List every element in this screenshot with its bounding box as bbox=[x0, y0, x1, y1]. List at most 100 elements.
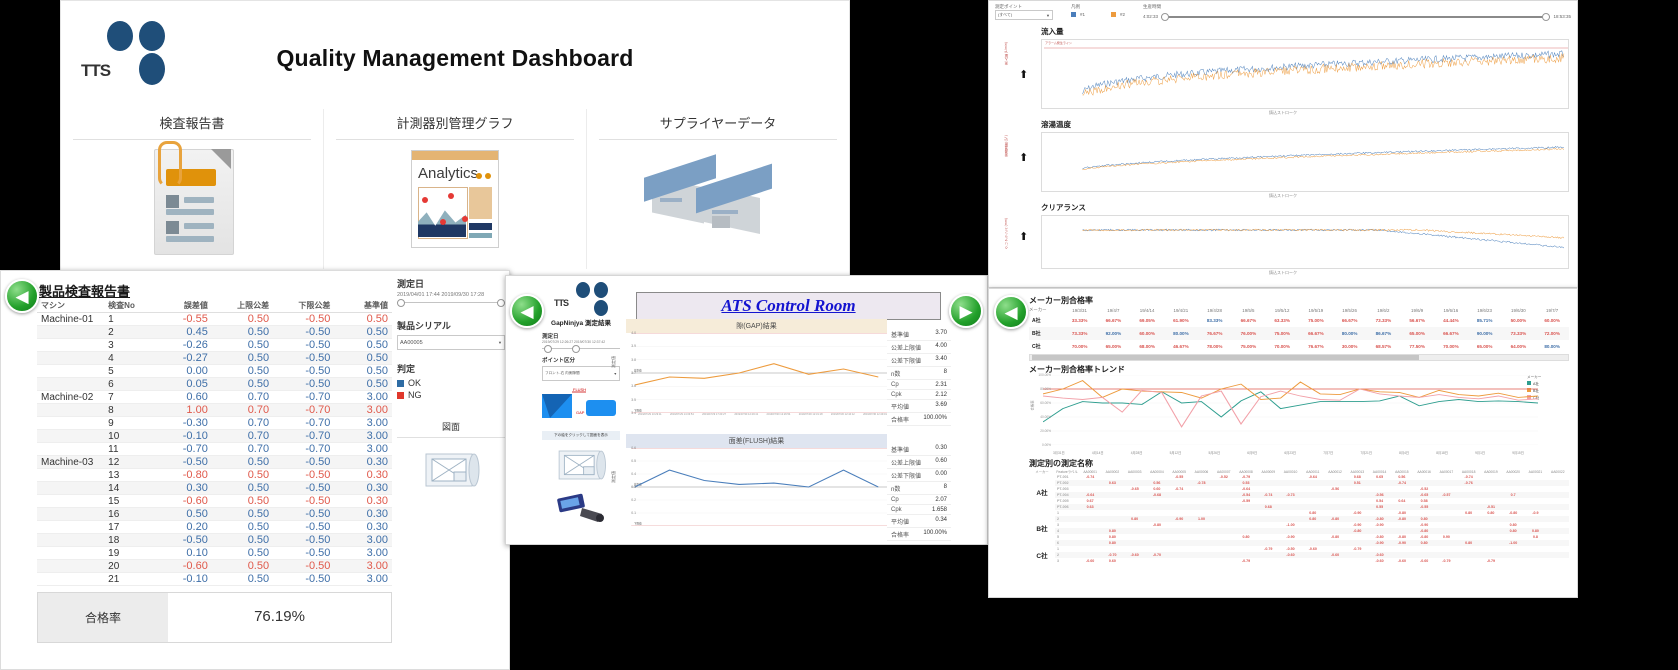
cell-rate: 66.67% bbox=[1105, 318, 1122, 323]
table-row[interactable]: A社 33.33% 66.67% 69.05% 61.90% 83.33% 66.67% 63… bbox=[1029, 314, 1569, 327]
table-row[interactable]: 14 0.30 0.50 -0.50 0.30 bbox=[37, 481, 392, 495]
cell-rate: 80.00% bbox=[1173, 331, 1189, 336]
table-row[interactable]: Machine-03 12 -0.50 0.50 -0.50 0.30 bbox=[37, 455, 392, 469]
ats-drawing-thumb[interactable] bbox=[542, 444, 620, 486]
cell-rate: 60.00% bbox=[1139, 331, 1155, 336]
table-row[interactable]: 18 -0.50 0.50 -0.50 3.00 bbox=[37, 533, 392, 547]
process-time-label: 生産時間 bbox=[1143, 4, 1162, 9]
process-time-slider[interactable] bbox=[1161, 12, 1551, 21]
stat-value: 100.00% bbox=[923, 414, 947, 421]
back-button[interactable]: ◀ bbox=[5, 279, 39, 313]
x-tick: 5月26日 bbox=[1208, 451, 1221, 455]
table-row[interactable]: 11 -0.70 0.70 -0.70 3.00 bbox=[37, 442, 392, 456]
flush-y-axis-label: 測定値 bbox=[611, 471, 616, 483]
table-row[interactable]: 20 -0.60 0.50 -0.50 3.00 bbox=[37, 559, 392, 573]
process-chart-temp: 溶湯温度 溶湯温度 (℃) ⬆ 鋳込ストローク bbox=[989, 119, 1577, 199]
table-row[interactable]: 10 -0.10 0.70 -0.70 3.00 bbox=[37, 429, 392, 443]
cell-uppertol: 0.50 bbox=[211, 494, 274, 508]
cell-rate: 33.33% bbox=[1071, 318, 1088, 323]
col-inspno: 検査No bbox=[104, 299, 146, 313]
legend-ng: NG bbox=[397, 390, 505, 400]
sort-arrow-icon[interactable]: ⬆ bbox=[1019, 232, 1028, 243]
cell-error: 1.00 bbox=[145, 403, 212, 417]
background-fill bbox=[505, 545, 988, 670]
stat-label: Cpk bbox=[891, 506, 902, 513]
table-row[interactable]: 6 0.05 0.50 -0.50 0.50 bbox=[37, 377, 392, 391]
cell-rate: 90.00% bbox=[1476, 331, 1493, 336]
cell-value bbox=[1324, 558, 1346, 564]
ats-device-thumb[interactable] bbox=[542, 490, 620, 524]
cell-rate: 83.33% bbox=[1206, 318, 1223, 323]
nav-card-measurement-graph[interactable]: 計測器別管理グラフ Analytics bbox=[323, 109, 586, 269]
table-row[interactable]: 2 0.45 0.50 -0.50 0.50 bbox=[37, 325, 392, 339]
cell-machine bbox=[37, 364, 105, 378]
cell-error: -0.50 bbox=[145, 533, 212, 547]
cell-error: 0.45 bbox=[145, 325, 212, 339]
table-row[interactable]: 9 -0.30 0.70 -0.70 3.00 bbox=[37, 416, 392, 430]
table-row[interactable]: 16 0.50 0.50 -0.50 0.30 bbox=[37, 507, 392, 521]
cell-inspno: 8 bbox=[104, 403, 146, 417]
supplier-back-button[interactable]: ◀ bbox=[994, 295, 1028, 329]
temp-y-axis-label: 溶湯温度 (℃) bbox=[1004, 135, 1008, 157]
stat-value: 3.40 bbox=[935, 355, 947, 362]
table-row[interactable]: 15 -0.60 0.50 -0.50 0.30 bbox=[37, 494, 392, 508]
table-row[interactable]: 21 -0.10 0.50 -0.50 3.00 bbox=[37, 572, 392, 586]
cell-rate: 66.67% bbox=[1341, 318, 1358, 323]
process-time-to: 18:53:35 bbox=[1553, 14, 1571, 19]
cell-standard: 0.50 bbox=[334, 377, 392, 391]
report-title: 製品検査報告書 bbox=[39, 284, 131, 299]
nav-card-inspection-report[interactable]: 検査報告書 bbox=[61, 109, 323, 269]
table-row[interactable]: 13 -0.80 0.50 -0.50 0.30 bbox=[37, 468, 392, 482]
horizontal-scrollbar[interactable] bbox=[1029, 354, 1569, 361]
stat-row: 基準値 0.30 bbox=[887, 443, 951, 456]
table-row[interactable]: 17 0.20 0.50 -0.50 0.30 bbox=[37, 520, 392, 534]
table-row[interactable]: C社 70.00% 65.00% 68.00% 46.67% 78.00% 75.00% 70… bbox=[1029, 340, 1569, 353]
background-fill bbox=[850, 0, 988, 276]
table-row[interactable]: 5 0.00 0.50 -0.50 0.50 bbox=[37, 364, 392, 378]
cell-lowertol: -0.50 bbox=[273, 507, 335, 521]
table-row[interactable]: Machine-02 7 0.60 0.70 -0.70 3.00 bbox=[37, 390, 392, 404]
col-maker: メーカー bbox=[1029, 307, 1047, 312]
cell-rate: 70.00% bbox=[1274, 344, 1290, 349]
date-range-slider[interactable] bbox=[397, 298, 505, 307]
sort-arrow-icon[interactable]: ⬆ bbox=[1019, 153, 1028, 164]
cell-rate: 30.00% bbox=[1341, 344, 1358, 349]
ats-point-select[interactable]: フロント-右 内側隙間 ▼ bbox=[542, 366, 620, 381]
ats-forward-button[interactable]: ▶ bbox=[949, 294, 983, 328]
process-point-select[interactable]: (すべて) ▼ bbox=[995, 10, 1053, 20]
table-row[interactable]: Machine-01 1 -0.55 0.50 -0.50 0.50 bbox=[37, 312, 392, 326]
dashboard-columns: 検査報告書 計測器別管理グラフ Analytics サプライヤーデータ bbox=[61, 109, 849, 269]
serial-select[interactable]: AA00005 ▼ bbox=[397, 335, 505, 350]
cell-uppertol: 0.50 bbox=[211, 377, 274, 391]
cell-value: -0.60 bbox=[1420, 559, 1429, 563]
gap-chart-title: 隙(GAP)結果 bbox=[626, 319, 887, 333]
ats-subtitle: GapNinjya 測定結果 bbox=[551, 320, 611, 327]
y-tick: 0.3 bbox=[631, 485, 636, 489]
ats-back-button[interactable]: ◀ bbox=[510, 294, 544, 328]
cell-standard: 0.50 bbox=[334, 312, 392, 326]
ats-date-slider[interactable] bbox=[542, 344, 620, 353]
table-row[interactable]: 19 0.10 0.50 -0.50 3.00 bbox=[37, 546, 392, 560]
process-legend-label: 凡例 bbox=[1071, 4, 1080, 9]
cell-uppertol: 0.70 bbox=[211, 403, 274, 417]
cell-rate: 60.00% bbox=[1544, 318, 1560, 323]
table-row[interactable]: B社 73.33% 92.00% 60.00% 80.00% 76.67% 76.00% 75… bbox=[1029, 327, 1569, 340]
legend-ok: OK bbox=[397, 378, 505, 388]
sort-arrow-icon[interactable]: ⬆ bbox=[1019, 70, 1028, 81]
table-row[interactable]: 4 -0.27 0.50 -0.50 0.50 bbox=[37, 351, 392, 365]
x-tick: 8月4日 bbox=[1399, 451, 1410, 455]
stat-value: 0.60 bbox=[935, 457, 947, 464]
cell-uppertol: 0.50 bbox=[211, 533, 274, 547]
cell-lowertol: -0.50 bbox=[273, 481, 335, 495]
stat-label: 平均値 bbox=[891, 404, 910, 411]
x-tick: 7月21日 bbox=[1360, 451, 1373, 455]
drawing-thumbnail[interactable] bbox=[397, 446, 505, 494]
table-row[interactable]: 3 -0.60 0.60 -0.79 -0.60 -0.60 -0.60 -0.79 -0.79 bbox=[1029, 558, 1569, 564]
table-row[interactable]: 3 -0.26 0.50 -0.50 0.50 bbox=[37, 338, 392, 352]
cell-uppertol: 0.50 bbox=[211, 325, 274, 339]
cell-value bbox=[1168, 558, 1190, 564]
cell-error: 0.20 bbox=[145, 520, 212, 534]
table-row[interactable]: 8 1.00 0.70 -0.70 3.00 bbox=[37, 403, 392, 417]
nav-card-supplier-data[interactable]: サプライヤーデータ bbox=[586, 109, 849, 269]
cell-maker: A社 bbox=[1036, 490, 1048, 497]
